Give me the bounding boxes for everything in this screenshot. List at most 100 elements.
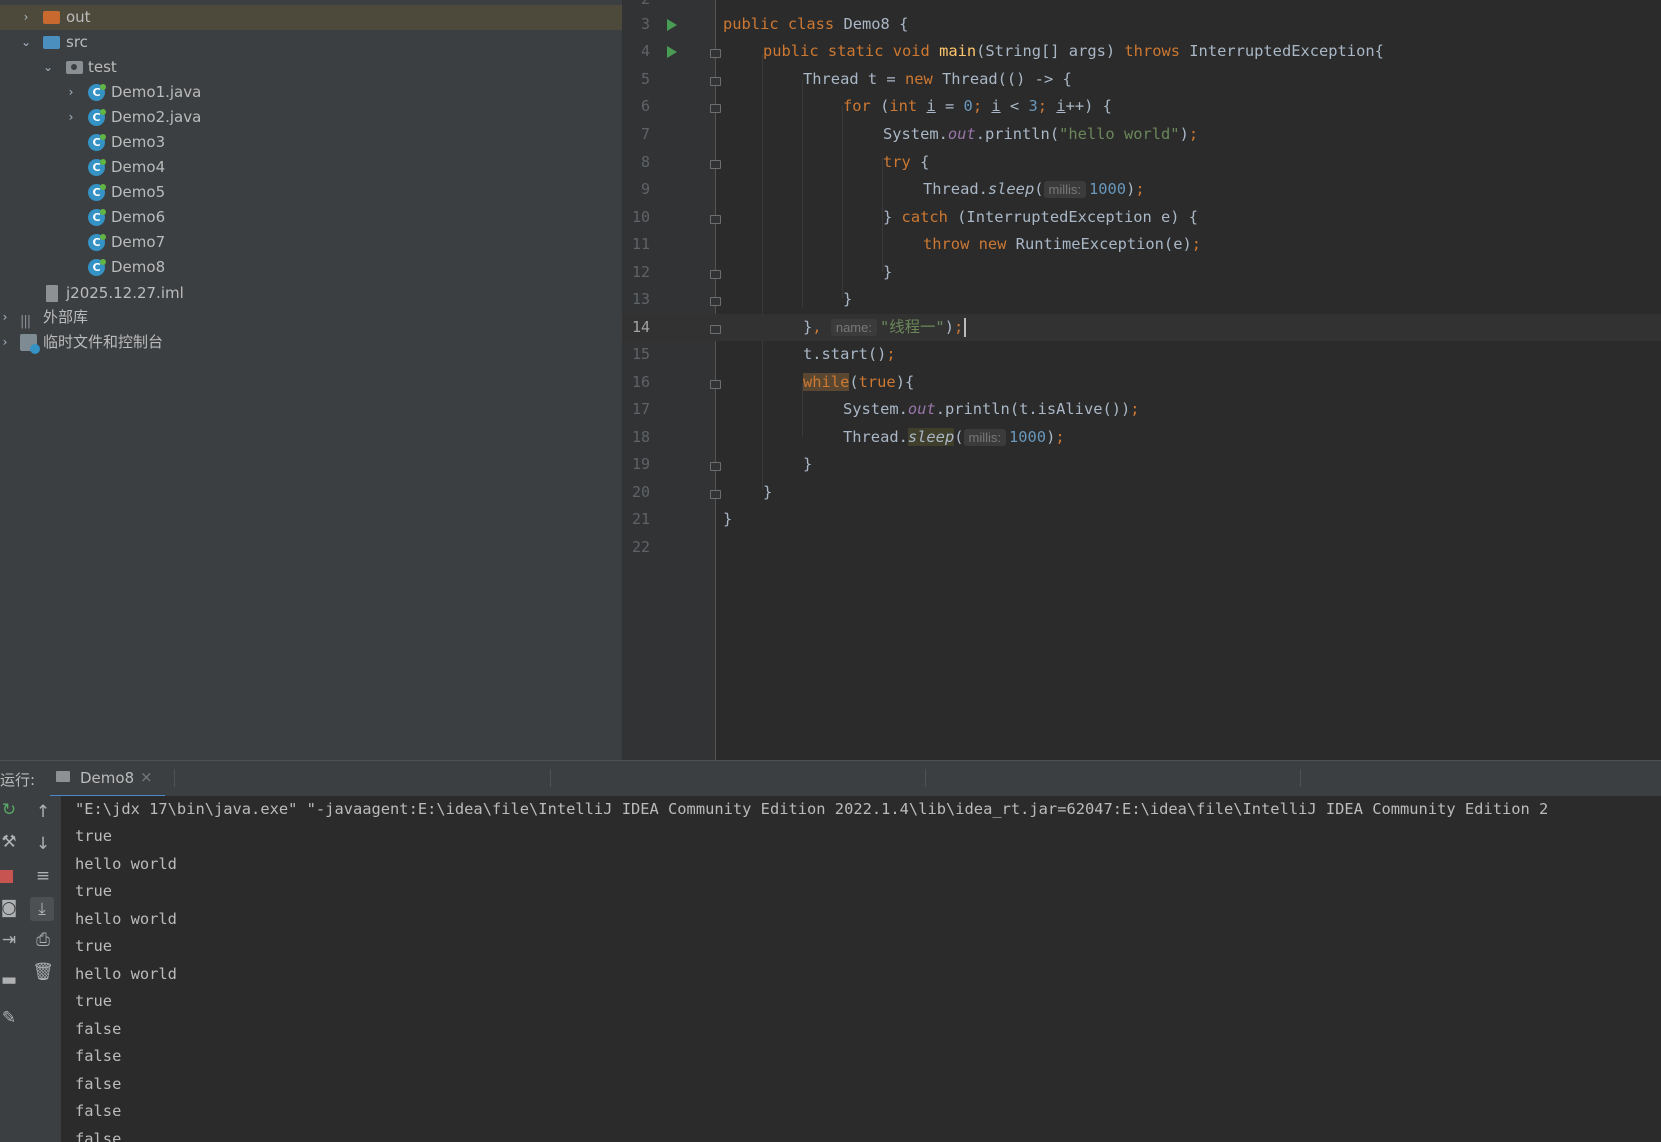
tree-item-demo7[interactable]: C Demo7 bbox=[0, 230, 622, 255]
chevron-down-icon[interactable]: ⌄ bbox=[19, 30, 33, 55]
exit-icon[interactable]: ⇥ bbox=[0, 928, 21, 952]
fold-icon[interactable] bbox=[710, 104, 721, 113]
console-line: false bbox=[75, 1047, 122, 1065]
line-number: 13 bbox=[631, 290, 650, 308]
code-text: for (int i = 0; i < 3; i++) { bbox=[843, 97, 1112, 115]
trash-icon[interactable]: 🗑 bbox=[31, 960, 55, 984]
chevron-right-icon[interactable]: › bbox=[0, 305, 12, 330]
fold-icon[interactable] bbox=[710, 270, 721, 279]
console-line: true bbox=[75, 937, 113, 955]
fold-icon[interactable] bbox=[710, 297, 721, 306]
tree-item-demo5[interactable]: C Demo5 bbox=[0, 180, 622, 205]
camera-icon[interactable]: ◙ bbox=[0, 896, 21, 920]
fold-icon[interactable] bbox=[710, 325, 721, 334]
tree-item-label: Demo4 bbox=[111, 158, 166, 176]
tree-item-external-libraries[interactable]: › ||| 外部库 bbox=[0, 305, 622, 330]
console-output[interactable]: "E:\jdx 17\bin\java.exe" "-javaagent:E:\… bbox=[61, 796, 1661, 1142]
tree-item-label: Demo3 bbox=[111, 133, 166, 151]
code-text: } bbox=[763, 483, 773, 501]
java-class-icon: C bbox=[88, 259, 106, 276]
code-text: } bbox=[843, 290, 853, 308]
arrow-up-icon[interactable]: ↑ bbox=[31, 800, 55, 824]
stop-icon[interactable] bbox=[0, 864, 24, 888]
line-number: 8 bbox=[640, 153, 650, 171]
line-number: 5 bbox=[640, 70, 650, 88]
line-number: 22 bbox=[631, 538, 650, 556]
fold-icon[interactable] bbox=[710, 380, 721, 389]
wrench-icon[interactable]: ⚒ bbox=[0, 830, 21, 854]
java-class-icon: C bbox=[88, 84, 106, 101]
close-icon[interactable]: × bbox=[140, 768, 153, 786]
pin-icon[interactable]: ✎ bbox=[0, 1006, 21, 1030]
tree-item-out[interactable]: › out bbox=[0, 5, 622, 30]
line-number: 3 bbox=[640, 15, 650, 33]
code-text: System.out.println(t.isAlive()); bbox=[843, 400, 1140, 418]
fold-icon[interactable] bbox=[710, 77, 721, 86]
code-text: } catch (InterruptedException e) { bbox=[883, 208, 1199, 226]
layout-icon[interactable]: ▬ bbox=[0, 968, 21, 992]
console-line: true bbox=[75, 827, 113, 845]
console-line: "E:\jdx 17\bin\java.exe" "-javaagent:E:\… bbox=[75, 800, 1549, 818]
java-class-icon: C bbox=[88, 159, 106, 176]
console-line: hello world bbox=[75, 855, 177, 873]
fold-icon[interactable] bbox=[710, 160, 721, 169]
tree-item-label: Demo7 bbox=[111, 233, 166, 251]
divider bbox=[925, 769, 926, 787]
chevron-right-icon[interactable]: › bbox=[64, 80, 78, 105]
fold-icon[interactable] bbox=[710, 49, 721, 58]
package-icon bbox=[66, 61, 83, 74]
tree-item-demo2[interactable]: › C Demo2.java bbox=[0, 105, 622, 130]
scroll-to-end-icon[interactable]: ⤓ bbox=[30, 897, 54, 921]
console-line: hello world bbox=[75, 910, 177, 928]
source-folder-icon bbox=[43, 36, 60, 49]
tree-item-demo4[interactable]: C Demo4 bbox=[0, 155, 622, 180]
code-line: 8 try { bbox=[622, 149, 1661, 176]
line-number: 11 bbox=[631, 235, 650, 253]
code-text: Thread t = new Thread(() -> { bbox=[803, 70, 1072, 88]
parameter-hint: millis: bbox=[1043, 181, 1086, 198]
tree-item-demo3[interactable]: C Demo3 bbox=[0, 130, 622, 155]
run-tab-label: Demo8 bbox=[80, 769, 135, 787]
code-editor[interactable]: 2 3 public class Demo8 { 4 public static… bbox=[622, 0, 1661, 760]
tree-item-demo8[interactable]: C Demo8 bbox=[0, 255, 622, 280]
tree-item-scratches[interactable]: › 临时文件和控制台 bbox=[0, 330, 622, 355]
code-text: } bbox=[883, 263, 893, 281]
library-icon: ||| bbox=[20, 314, 31, 329]
tree-item-test[interactable]: ⌄ test bbox=[0, 55, 622, 80]
print-icon[interactable]: ⎙ bbox=[31, 928, 55, 952]
text-caret bbox=[964, 318, 967, 337]
code-line: 10 } catch (InterruptedException e) { bbox=[622, 204, 1661, 231]
code-line: 7 System.out.println("hello world"); bbox=[622, 121, 1661, 148]
code-line: 6 for (int i = 0; i < 3; i++) { bbox=[622, 93, 1661, 120]
run-label: 运行: bbox=[0, 771, 36, 789]
soft-wrap-icon[interactable]: ≡ bbox=[31, 864, 55, 888]
run-tab-demo8[interactable]: Demo8 × bbox=[50, 761, 165, 798]
code-line: 3 public class Demo8 { bbox=[622, 11, 1661, 38]
line-number: 10 bbox=[631, 208, 650, 226]
code-line: 13 } bbox=[622, 286, 1661, 313]
tree-item-demo6[interactable]: C Demo6 bbox=[0, 205, 622, 230]
chevron-right-icon[interactable]: › bbox=[0, 330, 12, 355]
line-number: 20 bbox=[631, 483, 650, 501]
chevron-down-icon[interactable]: ⌄ bbox=[41, 55, 55, 80]
divider bbox=[1300, 769, 1301, 787]
scratch-icon bbox=[20, 334, 40, 354]
run-class-icon[interactable] bbox=[667, 19, 677, 31]
arrow-down-icon[interactable]: ↓ bbox=[31, 832, 55, 856]
tree-item-label: test bbox=[88, 58, 117, 76]
code-line: 16 while(true){ bbox=[622, 369, 1661, 396]
fold-icon[interactable] bbox=[710, 462, 721, 471]
code-line: 4 public static void main(String[] args)… bbox=[622, 38, 1661, 65]
chevron-right-icon[interactable]: › bbox=[64, 105, 78, 130]
chevron-right-icon[interactable]: › bbox=[19, 5, 33, 30]
fold-icon[interactable] bbox=[710, 490, 721, 499]
fold-icon[interactable] bbox=[710, 215, 721, 224]
code-text: public static void main(String[] args) t… bbox=[763, 42, 1384, 60]
tree-item-label: src bbox=[66, 33, 88, 51]
run-toolbar-left: ↻ ⚒ ◙ ⇥ ▬ ✎ bbox=[0, 796, 24, 1142]
tree-item-src[interactable]: ⌄ src bbox=[0, 30, 622, 55]
run-main-icon[interactable] bbox=[667, 46, 677, 58]
tree-item-demo1[interactable]: › C Demo1.java bbox=[0, 80, 622, 105]
rerun-icon[interactable]: ↻ bbox=[0, 798, 21, 822]
tree-item-iml[interactable]: j2025.12.27.iml bbox=[0, 281, 622, 306]
